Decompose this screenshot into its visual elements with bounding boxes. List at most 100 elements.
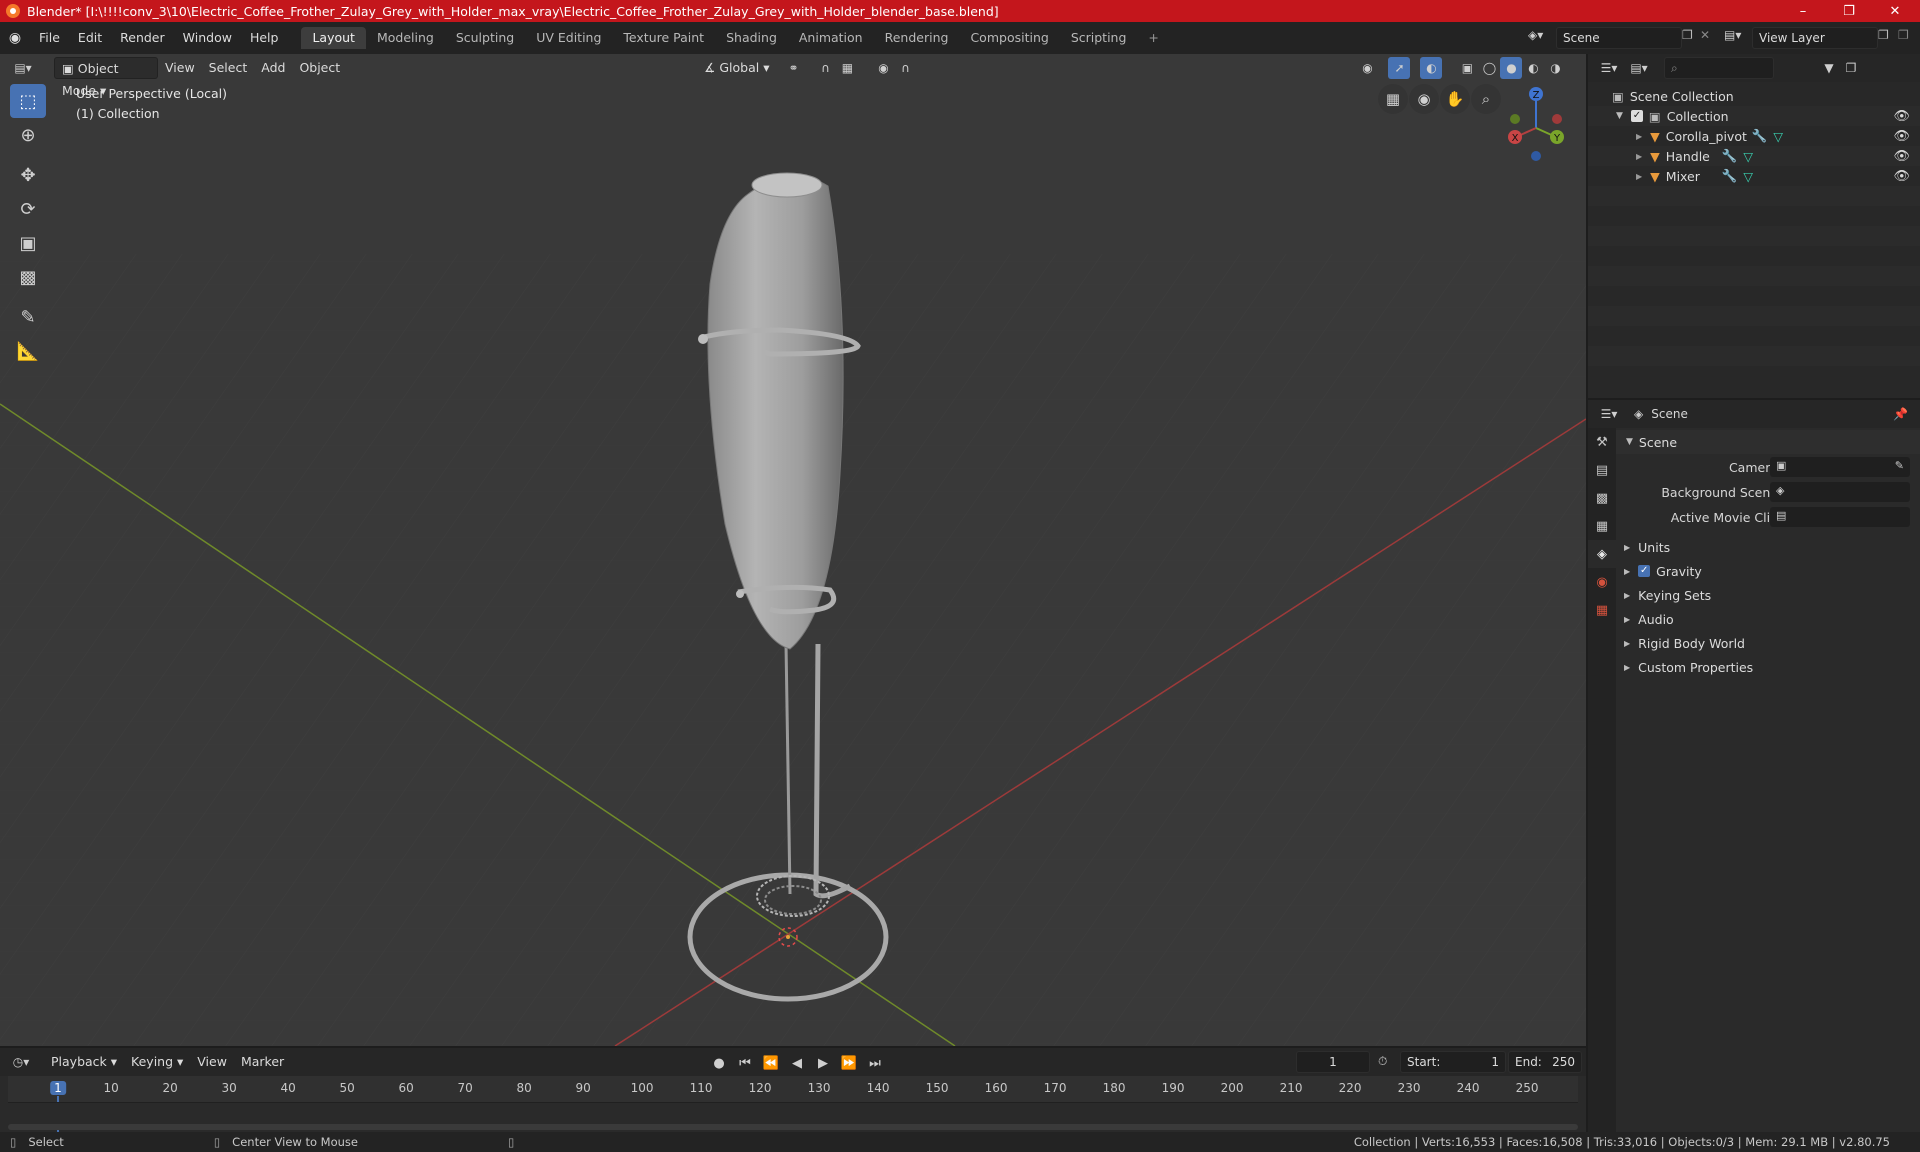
mesh-data-icon[interactable]: ▽ bbox=[1743, 169, 1753, 184]
scene-panel-header[interactable]: ▼ Scene bbox=[1616, 430, 1920, 454]
menu-file[interactable]: File bbox=[30, 26, 69, 50]
collection-checkbox[interactable]: ✓ bbox=[1630, 110, 1643, 122]
wireframe-shading-icon[interactable]: ◯ bbox=[1478, 57, 1500, 79]
add-workspace-icon[interactable]: + bbox=[1137, 27, 1169, 49]
marker-menu[interactable]: Marker bbox=[234, 1051, 291, 1073]
properties-editor-type-icon[interactable]: ☰▾ bbox=[1598, 403, 1620, 425]
object-expand-icon[interactable]: ▶ bbox=[1636, 172, 1642, 181]
playback-menu[interactable]: Playback ▾ bbox=[44, 1051, 124, 1073]
visibility-icon[interactable]: ◉ bbox=[1356, 57, 1378, 79]
cursor-tool-icon[interactable]: ⊕ bbox=[10, 118, 46, 152]
tab-rendering[interactable]: Rendering bbox=[874, 27, 960, 49]
material-shading-icon[interactable]: ◐ bbox=[1522, 57, 1544, 79]
view-layer-name-field[interactable]: View Layer bbox=[1752, 27, 1878, 49]
editor-type-icon[interactable]: ▤▾ bbox=[12, 57, 34, 79]
mode-dropdown[interactable]: ▣ Object Mode ▾ bbox=[54, 57, 158, 98]
camera-field[interactable]: ▣ ✎ bbox=[1770, 457, 1910, 477]
keying-menu[interactable]: Keying ▾ bbox=[124, 1051, 190, 1073]
view-layer-selector-icon[interactable]: ▤▾ bbox=[1724, 28, 1741, 42]
pivot-point-icon[interactable]: ⚭ bbox=[782, 57, 804, 79]
collection-visibility-eye-icon[interactable]: 👁 bbox=[1893, 109, 1910, 124]
rendered-shading-icon[interactable]: ◑ bbox=[1544, 57, 1566, 79]
tab-uv-editing[interactable]: UV Editing bbox=[525, 27, 612, 49]
start-frame-field[interactable]: Start: 1 bbox=[1400, 1051, 1506, 1073]
filter-icon[interactable]: ▼ bbox=[1818, 57, 1840, 79]
measure-tool-icon[interactable]: 📐 bbox=[10, 334, 46, 368]
delete-view-layer-icon[interactable]: ❐ bbox=[1898, 28, 1909, 42]
object-expand-icon[interactable]: ▶ bbox=[1636, 152, 1642, 161]
tab-layout[interactable]: Layout bbox=[301, 27, 366, 49]
gravity-panel-header[interactable]: ▶ ✓ Gravity bbox=[1624, 559, 1914, 583]
outliner-object-row[interactable]: ▶ ▼ Handle 🔧 ▽ 👁 bbox=[1588, 146, 1920, 166]
3d-viewport[interactable]: ▤▾ ▣ Object Mode ▾ View Select Add Objec… bbox=[0, 54, 1586, 1046]
tab-modeling[interactable]: Modeling bbox=[366, 27, 445, 49]
timeline-view-menu[interactable]: View bbox=[190, 1051, 234, 1073]
camera-view-icon[interactable]: ◉ bbox=[1409, 84, 1439, 114]
mesh-data-icon[interactable]: ▽ bbox=[1773, 129, 1783, 144]
new-scene-icon[interactable]: ❐ bbox=[1682, 28, 1693, 42]
menu-view[interactable]: View bbox=[158, 57, 202, 79]
navigation-gizmo[interactable]: Z Y X bbox=[1500, 84, 1576, 164]
menu-select[interactable]: Select bbox=[202, 57, 255, 79]
current-frame-indicator[interactable]: 1 bbox=[50, 1081, 66, 1095]
background-scene-field[interactable]: ◈ bbox=[1770, 482, 1910, 502]
gizmo-toggle-icon[interactable]: ➚ bbox=[1388, 57, 1411, 79]
menu-render[interactable]: Render bbox=[111, 26, 174, 50]
jump-end-icon[interactable]: ⏭ bbox=[864, 1052, 886, 1074]
xray-toggle-icon[interactable]: ▣ bbox=[1456, 57, 1478, 79]
menu-help[interactable]: Help bbox=[241, 26, 288, 50]
menu-object[interactable]: Object bbox=[292, 57, 347, 79]
custom-properties-panel-header[interactable]: ▶ Custom Properties bbox=[1624, 655, 1914, 679]
rigid-body-world-panel-header[interactable]: ▶ Rigid Body World bbox=[1624, 631, 1914, 655]
jump-keyframe-forward-icon[interactable]: ⏩ bbox=[838, 1052, 860, 1074]
pin-icon[interactable]: 📌 bbox=[1893, 407, 1908, 421]
tab-sculpting[interactable]: Sculpting bbox=[445, 27, 525, 49]
modifier-wrench-icon[interactable]: 🔧 bbox=[1722, 168, 1738, 184]
outliner-object-row[interactable]: ▶ ▼ Corolla_pivot 🔧 ▽ 👁 bbox=[1588, 126, 1920, 146]
menu-add[interactable]: Add bbox=[254, 57, 292, 79]
tab-shading[interactable]: Shading bbox=[715, 27, 788, 49]
outliner-search-input[interactable]: ⌕ bbox=[1664, 57, 1774, 79]
active-movie-clip-field[interactable]: ▤ bbox=[1770, 507, 1910, 527]
object-visibility-eye-icon[interactable]: 👁 bbox=[1893, 169, 1910, 184]
new-view-layer-icon[interactable]: ❐ bbox=[1878, 28, 1889, 42]
move-tool-icon[interactable]: ✥ bbox=[10, 158, 46, 192]
grid-view-icon[interactable]: ▦ bbox=[1378, 84, 1408, 114]
new-collection-icon[interactable]: ❐ bbox=[1840, 57, 1862, 79]
modifier-wrench-icon[interactable]: 🔧 bbox=[1722, 148, 1738, 164]
scene-collection-row[interactable]: ▣ Scene Collection bbox=[1588, 86, 1920, 106]
menu-edit[interactable]: Edit bbox=[69, 26, 111, 50]
gravity-checkbox[interactable]: ✓ bbox=[1638, 565, 1651, 577]
scene-name-field[interactable]: Scene bbox=[1556, 27, 1682, 49]
close-button[interactable]: ✕ bbox=[1872, 0, 1918, 22]
tool-tab-icon[interactable]: ⚒ bbox=[1588, 428, 1616, 456]
timeline-scrollbar[interactable] bbox=[8, 1124, 1578, 1130]
record-icon[interactable]: ● bbox=[708, 1052, 730, 1074]
select-box-tool-icon[interactable]: ⬚ bbox=[10, 84, 46, 118]
timeline-track-area[interactable] bbox=[8, 1102, 1578, 1124]
snap-target-icon[interactable]: ▦ bbox=[836, 57, 858, 79]
units-panel-header[interactable]: ▶ Units bbox=[1624, 535, 1914, 559]
stopwatch-icon[interactable]: ⏱ bbox=[1378, 1054, 1387, 1069]
eyedropper-icon[interactable]: ✎ bbox=[1895, 459, 1904, 472]
timeline-editor-type-icon[interactable]: ◷▾ bbox=[10, 1051, 32, 1073]
tab-scripting[interactable]: Scripting bbox=[1060, 27, 1138, 49]
snap-icon[interactable]: ∩ bbox=[814, 57, 836, 79]
current-frame-field[interactable]: 1 bbox=[1296, 1051, 1370, 1073]
transform-tool-icon[interactable]: ▩ bbox=[10, 260, 46, 294]
collection-expand-icon[interactable]: ▼ bbox=[1616, 111, 1623, 121]
world-tab-icon[interactable]: ◉ bbox=[1588, 568, 1616, 596]
keying-sets-panel-header[interactable]: ▶ Keying Sets bbox=[1624, 583, 1914, 607]
object-visibility-eye-icon[interactable]: 👁 bbox=[1893, 129, 1910, 144]
pan-hand-icon[interactable]: ✋ bbox=[1440, 84, 1470, 114]
end-frame-field[interactable]: End: 250 bbox=[1508, 1051, 1582, 1073]
texture-tab-icon[interactable]: ▦ bbox=[1588, 596, 1616, 624]
scene-selector-icon[interactable]: ◈▾ bbox=[1528, 28, 1543, 42]
maximize-button[interactable]: ❐ bbox=[1826, 0, 1872, 22]
annotate-tool-icon[interactable]: ✎ bbox=[10, 300, 46, 334]
proportional-edit-icon[interactable]: ◉ bbox=[872, 57, 894, 79]
audio-panel-header[interactable]: ▶ Audio bbox=[1624, 607, 1914, 631]
tab-texture-paint[interactable]: Texture Paint bbox=[612, 27, 715, 49]
blender-menu-icon[interactable]: ◉ bbox=[0, 30, 30, 46]
delete-scene-icon[interactable]: ✕ bbox=[1700, 28, 1710, 42]
